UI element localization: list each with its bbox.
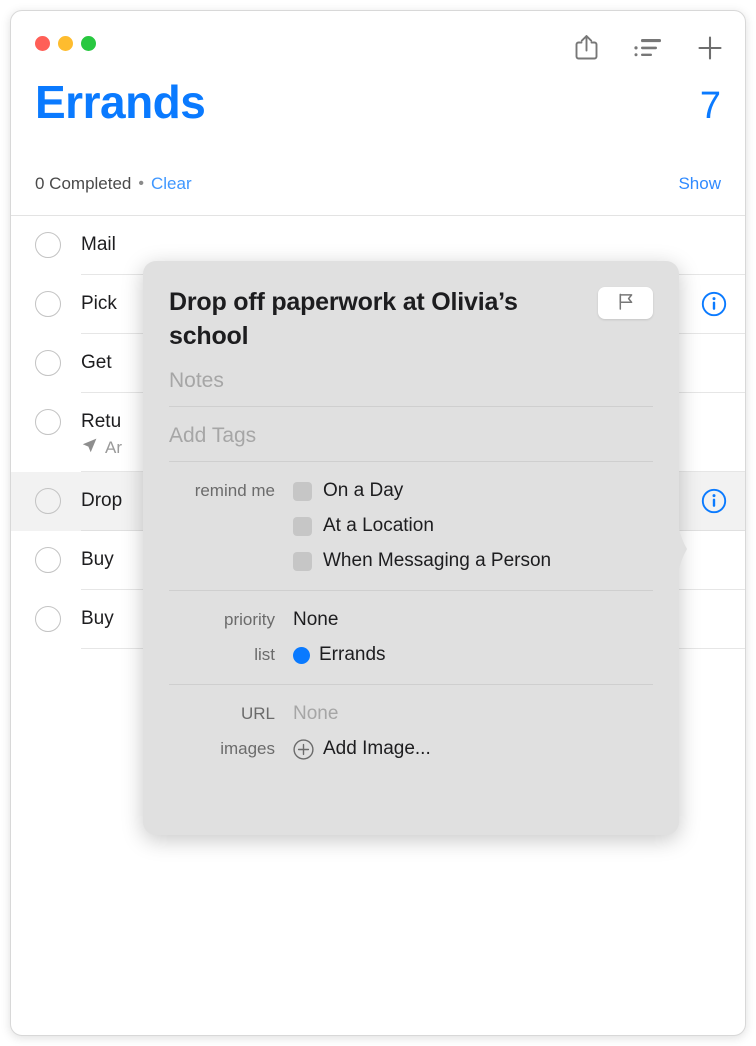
app-root: Errands 7 0 Completed • Clear Show Mail [0, 0, 756, 1046]
url-value[interactable]: None [293, 703, 338, 725]
toolbar [571, 33, 725, 65]
images-row[interactable]: images Add Image... [169, 738, 653, 760]
priority-row[interactable]: priority None [169, 609, 653, 631]
completed-group: 0 Completed • Clear [35, 174, 192, 194]
share-icon [575, 34, 598, 64]
priority-label: priority [223, 610, 275, 629]
images-label: images [220, 739, 275, 758]
list-options-icon [634, 37, 662, 62]
info-button[interactable] [701, 488, 727, 514]
remind-me-row-when-messaging: When Messaging a Person [169, 550, 653, 572]
remind-me-row-on-a-day: remind me On a Day [169, 480, 653, 502]
remind-me-row-at-a-location: At a Location [169, 515, 653, 537]
checkbox-icon[interactable] [293, 551, 312, 571]
flag-icon [616, 292, 635, 314]
list-label: list [254, 645, 275, 664]
list-header: Errands 7 0 Completed • Clear Show [11, 79, 745, 215]
titlebar [11, 11, 745, 79]
priority-value[interactable]: None [293, 609, 338, 631]
completed-count-label: 0 Completed [35, 174, 132, 193]
location-arrow-icon [81, 437, 98, 459]
reminder-title: Mail [81, 234, 116, 255]
popover-header: Drop off paperwork at Olivia’s school [169, 285, 653, 353]
separator-dot: • [138, 175, 144, 192]
minimize-button[interactable] [58, 36, 73, 51]
checkbox-icon[interactable] [293, 516, 312, 536]
add-image-label: Add Image... [323, 738, 431, 759]
attributes-section: priority None list Errands [169, 591, 653, 666]
close-button[interactable] [35, 36, 50, 51]
popover-title[interactable]: Drop off paperwork at Olivia’s school [169, 285, 569, 353]
popover-pointer [678, 521, 696, 577]
popover-body: Drop off paperwork at Olivia’s school No… [143, 261, 679, 835]
list-value: Errands [319, 644, 386, 665]
checkbox-at-a-location[interactable]: At a Location [293, 515, 434, 537]
checkbox-label: At a Location [323, 515, 434, 536]
traffic-lights [35, 36, 96, 51]
subheader-row: 0 Completed • Clear Show [35, 153, 721, 215]
checkbox-label: On a Day [323, 480, 404, 501]
checkbox-label: When Messaging a Person [323, 550, 552, 571]
complete-circle-icon[interactable] [35, 409, 61, 435]
remind-me-section: remind me On a Day At a Location When Me… [169, 462, 653, 572]
notes-field[interactable]: Notes [169, 353, 653, 407]
complete-circle-icon[interactable] [35, 291, 61, 317]
tags-field[interactable]: Add Tags [169, 407, 653, 462]
remind-me-label: remind me [194, 481, 275, 500]
checkbox-on-a-day[interactable]: On a Day [293, 480, 403, 502]
add-icon [697, 35, 723, 64]
info-button[interactable] [701, 291, 727, 317]
view-options-button[interactable] [633, 33, 663, 65]
reminder-detail-popover: Drop off paperwork at Olivia’s school No… [143, 261, 687, 835]
add-reminder-button[interactable] [695, 33, 725, 65]
list-value-group[interactable]: Errands [293, 644, 386, 666]
add-image-button[interactable]: Add Image... [293, 738, 431, 760]
complete-circle-icon[interactable] [35, 547, 61, 573]
flag-button[interactable] [598, 287, 653, 319]
title-row: Errands 7 [35, 79, 721, 141]
checkbox-when-messaging-a-person[interactable]: When Messaging a Person [293, 550, 551, 572]
complete-circle-icon[interactable] [35, 606, 61, 632]
reminder-count: 7 [699, 85, 721, 127]
list-row[interactable]: list Errands [169, 644, 653, 666]
complete-circle-icon[interactable] [35, 488, 61, 514]
page-title: Errands [35, 76, 206, 128]
url-row[interactable]: URL None [169, 703, 653, 725]
complete-circle-icon[interactable] [35, 232, 61, 258]
checkbox-icon[interactable] [293, 481, 312, 501]
url-label: URL [240, 704, 275, 723]
clear-button[interactable]: Clear [151, 174, 192, 194]
reminders-window: Errands 7 0 Completed • Clear Show Mail [10, 10, 746, 1036]
complete-circle-icon[interactable] [35, 350, 61, 376]
zoom-button[interactable] [81, 36, 96, 51]
show-button[interactable]: Show [678, 174, 721, 194]
list-color-dot-icon [293, 646, 310, 664]
share-button[interactable] [571, 33, 601, 65]
url-images-section: URL None images Add Image... [169, 685, 653, 760]
plus-circle-icon [293, 738, 314, 760]
reminder-subtitle: Ar [105, 438, 122, 457]
